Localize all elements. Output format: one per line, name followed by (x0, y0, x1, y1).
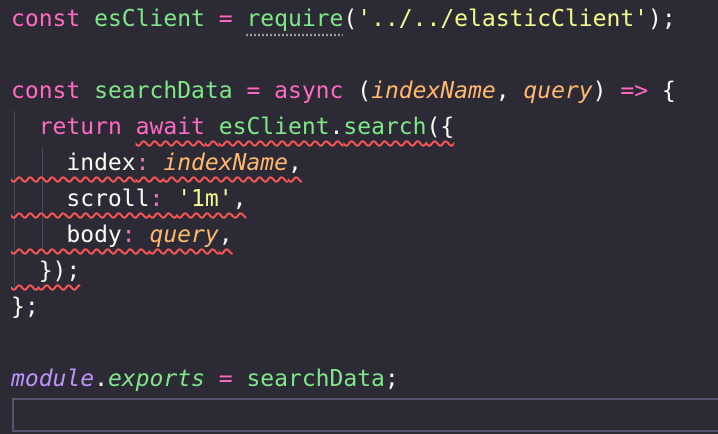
punctuation: { (648, 78, 676, 104)
property-key: body (66, 222, 122, 248)
code-line-7[interactable]: body: query, (11, 217, 233, 253)
method-call: search (343, 114, 427, 140)
keyword: const (11, 78, 81, 104)
punctuation: , (218, 222, 233, 248)
code-line-1[interactable]: const esClient = require('../../elasticC… (11, 1, 676, 37)
parameter: indexName (371, 78, 496, 104)
property-key: scroll (66, 186, 150, 212)
code-line-4[interactable]: return await esClient.search({ (11, 109, 455, 145)
punctuation: : (135, 150, 164, 176)
code-line-3[interactable]: const searchData = async (indexName, que… (11, 73, 676, 109)
function-call[interactable]: require (246, 6, 343, 32)
keyword: const (11, 6, 81, 32)
punctuation: }; (11, 294, 39, 320)
identifier: searchData (246, 366, 385, 392)
property-key: index (66, 150, 136, 176)
code-line-6[interactable]: scroll: '1m', (11, 181, 246, 217)
code-line-11[interactable]: module.exports = searchData; (11, 361, 399, 397)
operator: = (204, 366, 247, 392)
punctuation: }); (38, 258, 81, 284)
punctuation: . (94, 366, 108, 392)
identifier: esClient (94, 6, 205, 32)
punctuation: . (329, 114, 344, 140)
parameter: query (523, 78, 593, 104)
punctuation: ({ (426, 114, 455, 140)
current-line-highlight[interactable] (12, 398, 718, 432)
code-editor[interactable]: const esClient = require('../../elasticC… (0, 0, 718, 434)
punctuation: ( (343, 78, 372, 104)
parameter: indexName (163, 150, 288, 176)
code-line-9[interactable]: }; (11, 289, 39, 325)
punctuation: ) (592, 78, 621, 104)
keyword: return (38, 114, 122, 140)
operator: = (204, 6, 247, 32)
identifier: searchData (94, 78, 233, 104)
parameter: query (149, 222, 219, 248)
identifier: esClient (218, 114, 330, 140)
punctuation: , (495, 78, 524, 104)
punctuation: ); (648, 6, 676, 32)
punctuation: , (232, 186, 247, 212)
punctuation: , (287, 150, 302, 176)
keyword: await (135, 114, 205, 140)
string-literal: '1m' (177, 186, 233, 212)
identifier: module (11, 366, 95, 392)
code-line-5[interactable]: index: indexName, (11, 145, 302, 181)
operator: => (620, 78, 649, 104)
operator: = (232, 78, 275, 104)
keyword: async (274, 78, 344, 104)
punctuation: ( (343, 6, 358, 32)
property: exports (107, 366, 205, 392)
punctuation: : (121, 222, 150, 248)
punctuation: : (149, 186, 178, 212)
string-literal: '../../elasticClient' (357, 6, 649, 32)
punctuation: ; (384, 366, 399, 392)
code-line-8[interactable]: }); (11, 253, 81, 289)
